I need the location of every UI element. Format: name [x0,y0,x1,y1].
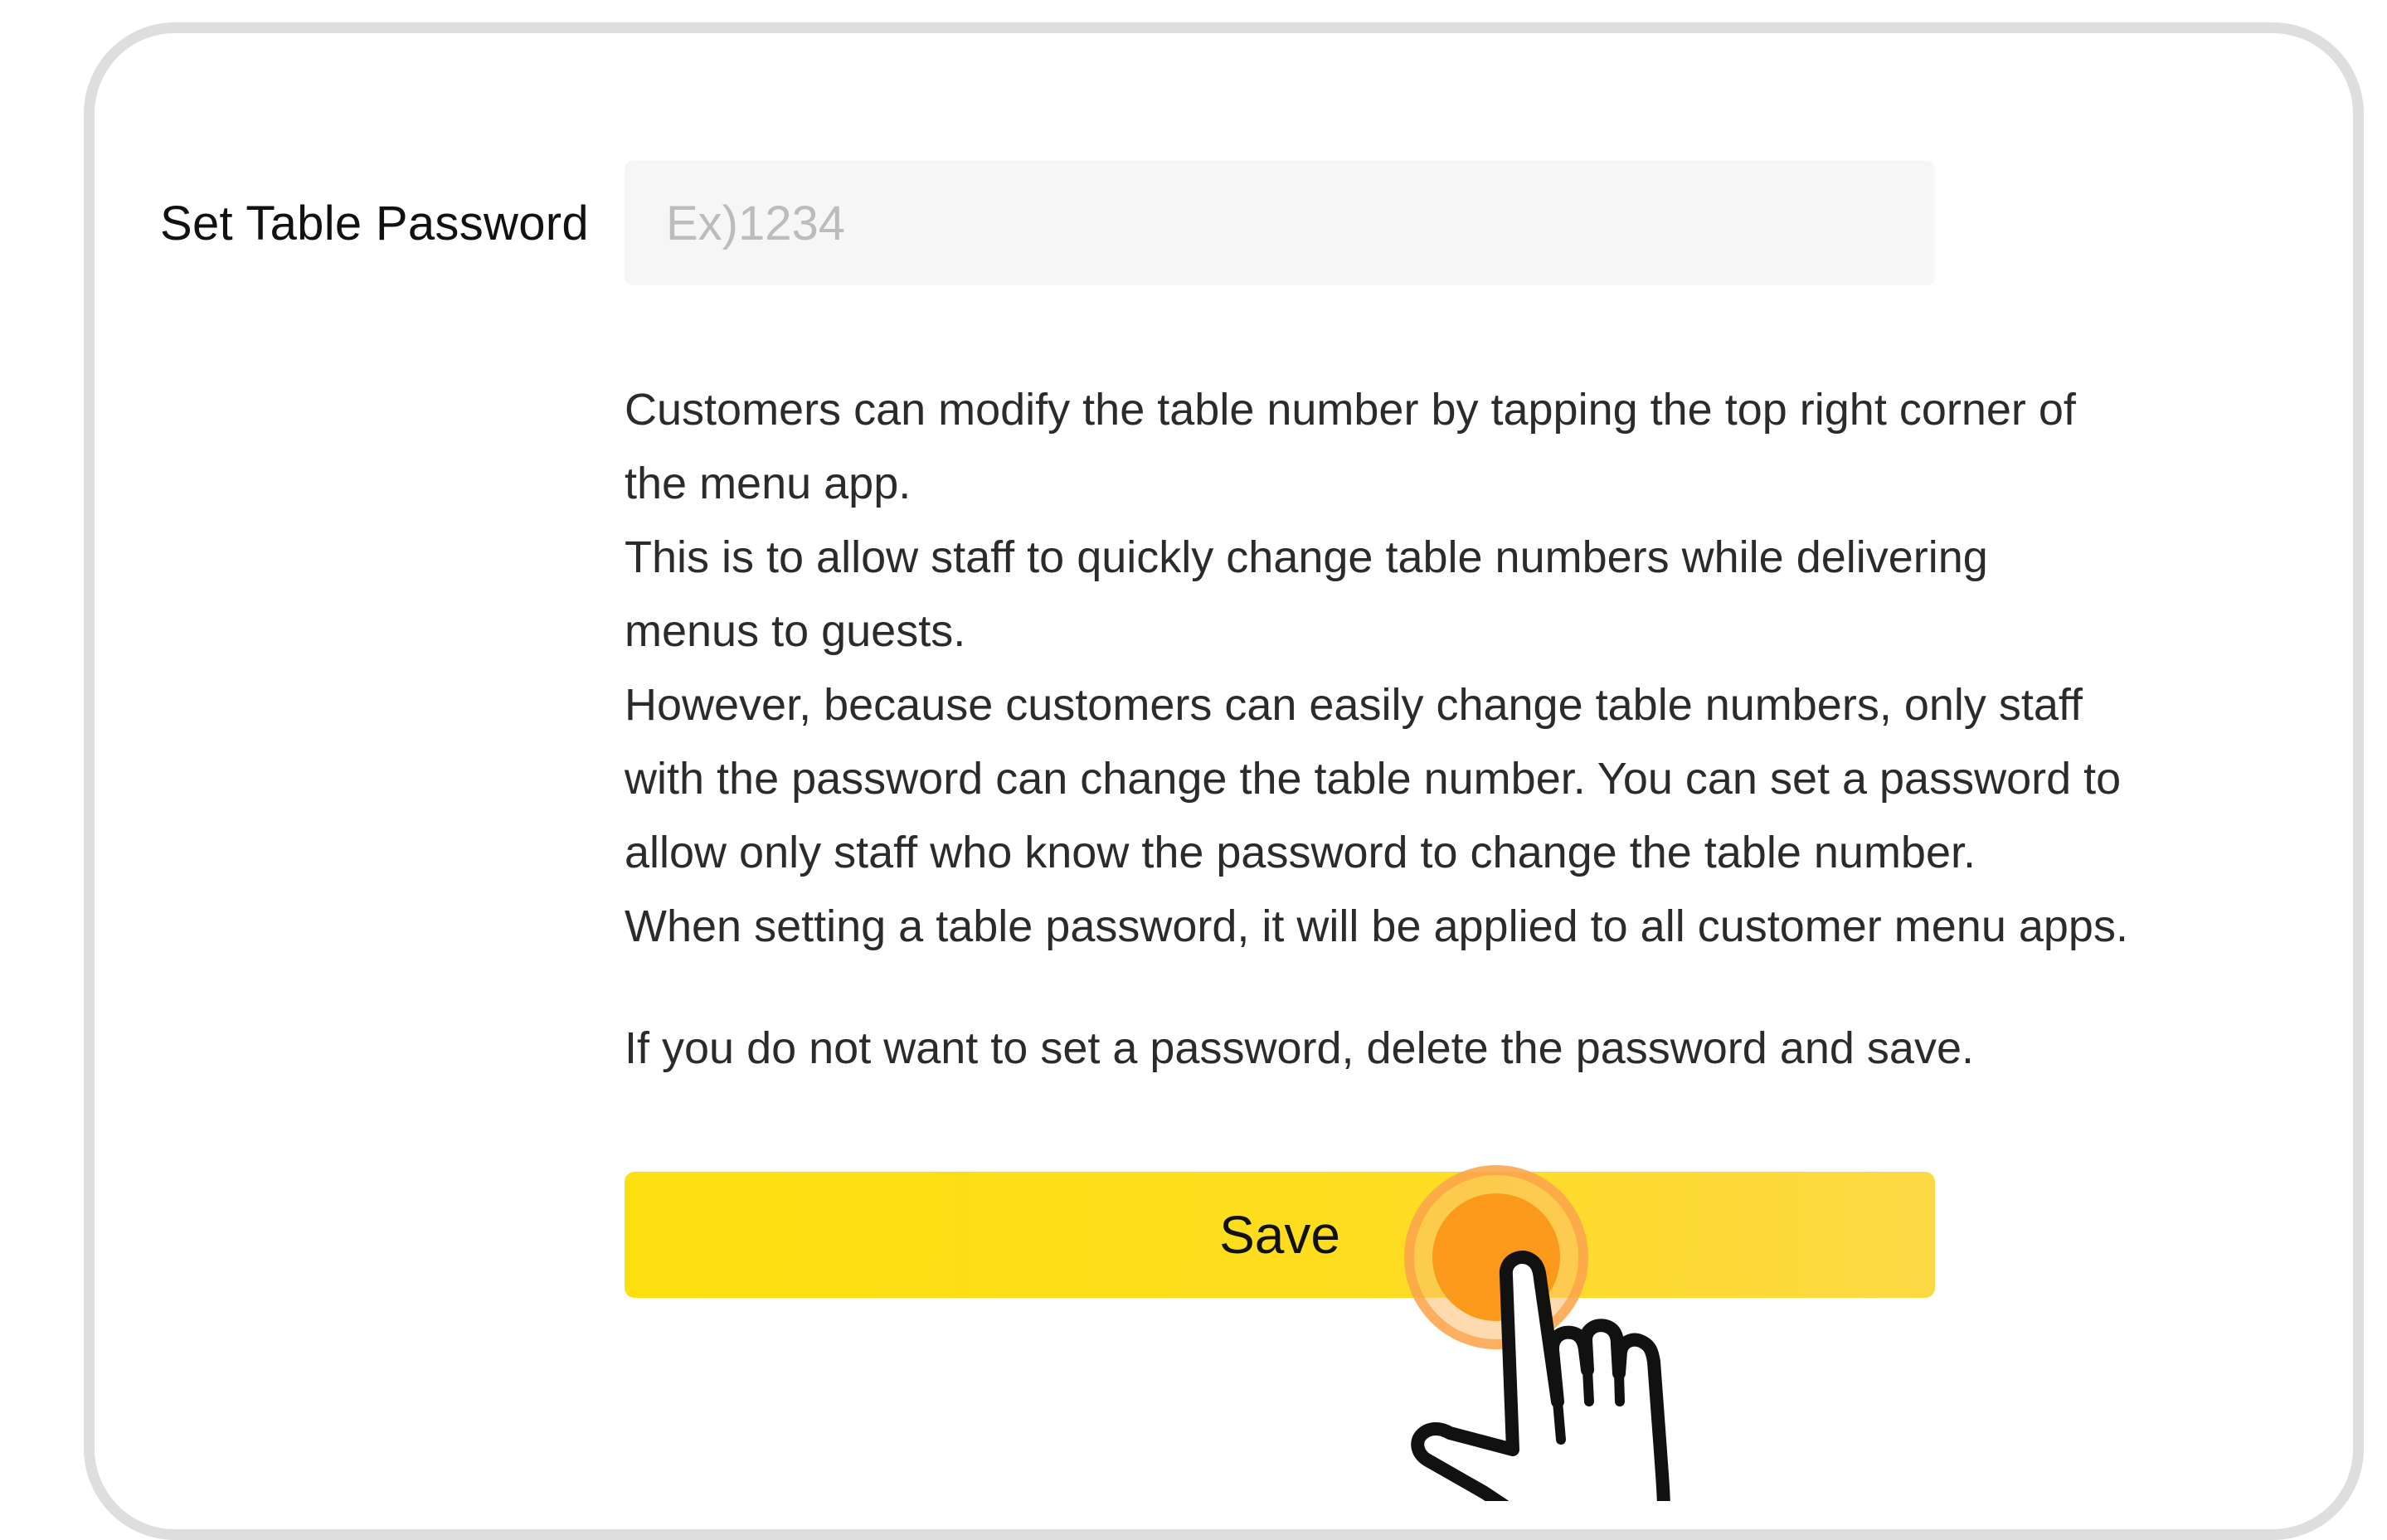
delete-password-note: If you do not want to set a password, de… [625,1023,1974,1073]
description-line: However, because customers can easily ch… [625,680,2083,730]
pointing-hand-icon [1411,1251,1670,1501]
table-password-label: Set Table Password [160,197,589,250]
description-line: When setting a table password, it will b… [625,901,2128,951]
description-line: menus to guests. [625,606,966,656]
description-line: This is to allow staff to quickly change… [625,532,1988,582]
description-line: Customers can modify the table number by… [625,385,2076,435]
description-line: the menu app. [625,459,912,508]
description-line: with the password can change the table n… [625,754,2122,804]
description-line: allow only staff who know the password t… [625,828,1976,877]
password-description: Customers can modify the table number by… [625,373,2250,1086]
table-password-input[interactable] [625,161,1935,285]
